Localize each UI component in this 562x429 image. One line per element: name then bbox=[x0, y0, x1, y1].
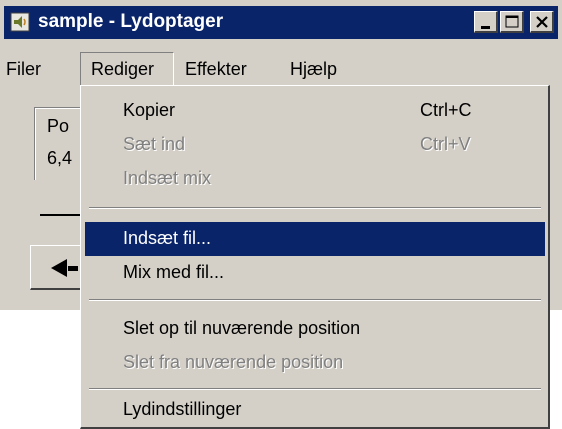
menu-item-paste-mix[interactable]: Indsæt mix bbox=[85, 162, 545, 196]
menu-separator bbox=[89, 388, 541, 390]
menu-edit-label: Rediger bbox=[91, 59, 155, 79]
title-bar[interactable]: sample - Lydoptager bbox=[4, 6, 558, 39]
menu-item-mix-with-file-label: Mix med fil... bbox=[123, 262, 225, 282]
menu-item-delete-after[interactable]: Slet fra nuværende position bbox=[85, 346, 545, 380]
menu-item-audio-properties-label: Lydindstillinger bbox=[123, 399, 242, 419]
menu-item-paste-mix-label: Indsæt mix bbox=[123, 168, 212, 188]
menu-item-paste-label: Sæt ind bbox=[123, 134, 186, 154]
menu-item-copy[interactable]: Kopier Ctrl+C bbox=[85, 94, 545, 128]
minimize-button[interactable] bbox=[474, 11, 498, 33]
menu-item-copy-label: Kopier bbox=[123, 100, 176, 120]
window-title: sample - Lydoptager bbox=[38, 11, 224, 32]
menu-item-insert-file-label: Indsæt fil... bbox=[123, 228, 212, 248]
menu-help-label: Hjælp bbox=[290, 59, 338, 79]
close-button[interactable] bbox=[530, 11, 554, 33]
menu-separator bbox=[89, 299, 541, 301]
edit-menu-dropdown: Kopier Ctrl+C Sæt ind Ctrl+V Indsæt mix … bbox=[80, 85, 550, 429]
menu-file[interactable]: Filer bbox=[6, 52, 41, 86]
menu-item-insert-file[interactable]: Indsæt fil... bbox=[85, 222, 545, 256]
speaker-icon bbox=[10, 12, 30, 32]
menu-effects-label: Effekter bbox=[185, 59, 247, 79]
menu-item-delete-before[interactable]: Slet op til nuværende position bbox=[85, 312, 545, 346]
menu-item-copy-shortcut: Ctrl+C bbox=[420, 100, 472, 120]
position-value: 6,4 bbox=[47, 148, 73, 168]
menu-edit[interactable]: Rediger bbox=[80, 52, 174, 86]
minimize-icon bbox=[481, 26, 490, 29]
maximize-button[interactable] bbox=[500, 11, 524, 33]
menu-item-mix-with-file[interactable]: Mix med fil... bbox=[85, 256, 545, 290]
menu-file-label: Filer bbox=[6, 59, 41, 79]
menu-separator bbox=[89, 207, 541, 209]
menu-help[interactable]: Hjælp bbox=[290, 52, 337, 86]
menu-item-audio-properties[interactable]: Lydindstillinger bbox=[85, 393, 545, 427]
menu-effects[interactable]: Effekter bbox=[185, 52, 247, 86]
menu-item-delete-before-label: Slet op til nuværende position bbox=[123, 318, 361, 338]
menu-item-paste[interactable]: Sæt ind Ctrl+V bbox=[85, 128, 545, 162]
maximize-icon bbox=[505, 15, 519, 28]
position-label: Po bbox=[47, 116, 70, 136]
menu-item-paste-shortcut: Ctrl+V bbox=[420, 134, 471, 154]
menu-bar: Filer Rediger Effekter Hjælp bbox=[0, 52, 562, 86]
menu-item-delete-after-label: Slet fra nuværende position bbox=[123, 352, 344, 372]
close-icon bbox=[536, 16, 548, 28]
